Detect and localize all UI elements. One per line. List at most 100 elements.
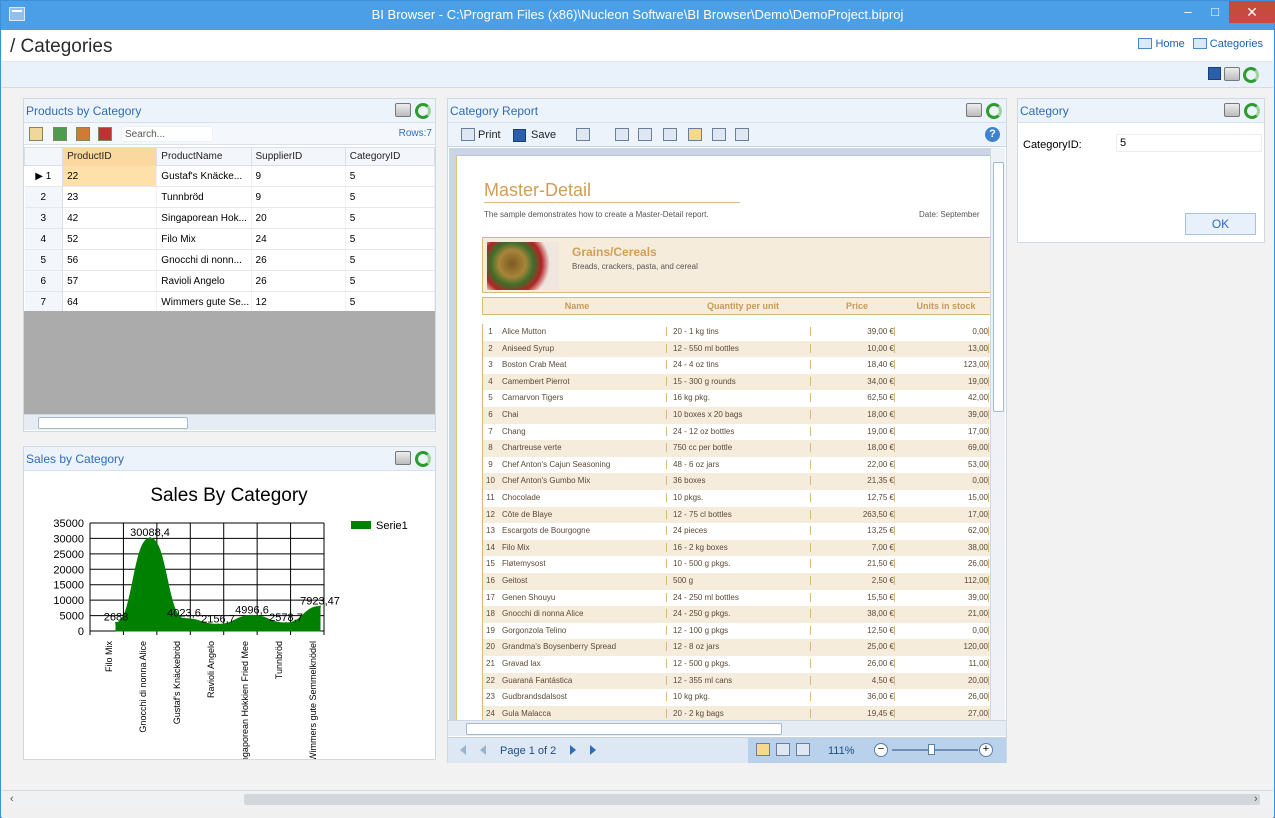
previous-page-icon[interactable] bbox=[480, 745, 486, 755]
report-cell-qty: 16 kg pkg. bbox=[673, 393, 811, 403]
nav-home-link[interactable]: Home bbox=[1138, 38, 1185, 50]
cell[interactable]: Ravioli Angelo bbox=[156, 270, 252, 292]
cell[interactable]: Singaporean Hok... bbox=[156, 207, 252, 229]
cell[interactable]: Tunnbröd bbox=[156, 186, 252, 208]
report-cell-qty: 24 - 12 oz bottles bbox=[673, 426, 811, 436]
page-horizontal-scrollbar[interactable]: ‹ › bbox=[2, 790, 1273, 808]
ok-button[interactable]: OK bbox=[1185, 213, 1256, 235]
cell[interactable]: Filo Mix bbox=[156, 228, 252, 250]
whole-page-icon[interactable] bbox=[776, 743, 790, 756]
table-row[interactable]: 6 57 Ravioli Angelo 26 5 bbox=[24, 270, 436, 292]
report-vertical-scrollbar[interactable] bbox=[990, 148, 1005, 720]
search-input[interactable]: Search... bbox=[121, 126, 213, 142]
print-icon[interactable] bbox=[461, 128, 475, 141]
table-row[interactable]: 3 42 Singaporean Hok... 20 5 bbox=[24, 207, 436, 229]
refresh-icon[interactable] bbox=[415, 103, 431, 119]
scroll-thumb[interactable] bbox=[38, 417, 188, 429]
find-icon[interactable] bbox=[663, 128, 677, 141]
printer-icon[interactable] bbox=[1224, 67, 1240, 81]
chart-icon[interactable] bbox=[76, 127, 90, 141]
refresh-icon[interactable] bbox=[1244, 103, 1260, 119]
cell[interactable]: 5 bbox=[345, 186, 436, 208]
cell[interactable]: 22 bbox=[62, 165, 158, 187]
table-row[interactable]: ▶ 1 22 Gustaf's Knäcke... 9 5 bbox=[24, 165, 436, 187]
close-button[interactable]: ✕ bbox=[1229, 1, 1275, 23]
zoom-out-icon[interactable]: − bbox=[874, 743, 888, 757]
save-button[interactable]: Save bbox=[531, 129, 556, 141]
scroll-left-icon[interactable]: ‹ bbox=[10, 793, 14, 805]
column-chooser-icon[interactable] bbox=[29, 127, 43, 141]
refresh-icon[interactable] bbox=[1243, 67, 1259, 83]
single-page-icon[interactable] bbox=[688, 128, 702, 141]
report-cell-price: 19,45 € bbox=[817, 708, 895, 718]
last-page-icon[interactable] bbox=[590, 745, 596, 755]
refresh-icon[interactable] bbox=[986, 103, 1002, 119]
horizontal-scrollbar[interactable] bbox=[24, 414, 435, 430]
first-page-icon[interactable] bbox=[460, 745, 466, 755]
zoom-slider-thumb[interactable] bbox=[928, 744, 935, 755]
cell[interactable]: 20 bbox=[251, 207, 346, 229]
continuous-icon[interactable] bbox=[712, 128, 726, 141]
parameters-icon[interactable] bbox=[615, 128, 629, 141]
cell[interactable]: 5 bbox=[345, 207, 436, 229]
table-row[interactable]: 2 23 Tunnbröd 9 5 bbox=[24, 186, 436, 208]
cell[interactable]: 24 bbox=[251, 228, 346, 250]
column-header-supplierid[interactable]: SupplierID bbox=[250, 147, 346, 166]
cell[interactable]: 57 bbox=[62, 270, 158, 292]
category-id-input[interactable]: 5 bbox=[1116, 134, 1262, 152]
next-page-icon[interactable] bbox=[570, 745, 576, 755]
two-pages-icon[interactable] bbox=[796, 743, 810, 756]
cell[interactable]: 64 bbox=[62, 291, 158, 313]
save-icon[interactable] bbox=[1208, 67, 1221, 80]
zoom-in-icon[interactable]: + bbox=[979, 743, 993, 757]
printer-icon[interactable] bbox=[395, 103, 411, 117]
report-cell-price: 38,00 € bbox=[817, 609, 895, 619]
category-description: Breads, crackers, pasta, and cereal bbox=[572, 262, 698, 271]
printer-icon[interactable] bbox=[1224, 103, 1240, 117]
table-row[interactable]: 5 56 Gnocchi di nonn... 26 5 bbox=[24, 249, 436, 271]
cell[interactable]: 52 bbox=[62, 228, 158, 250]
report-row: 21 Gravad lax 12 - 500 g pkgs. 26,00 € 11,00 bbox=[483, 656, 991, 673]
cell[interactable]: 5 bbox=[345, 228, 436, 250]
cell[interactable]: 12 bbox=[251, 291, 346, 313]
nav-categories-link[interactable]: Categories bbox=[1192, 38, 1263, 50]
save-icon[interactable] bbox=[513, 129, 526, 142]
maximize-button[interactable]: □ bbox=[1198, 1, 1232, 23]
cell[interactable]: 23 bbox=[62, 186, 158, 208]
help-icon[interactable]: ? bbox=[985, 127, 1000, 142]
scroll-thumb[interactable] bbox=[244, 794, 1260, 805]
document-map-icon[interactable] bbox=[638, 128, 652, 141]
cell[interactable]: Wimmers gute Se... bbox=[156, 291, 252, 313]
printer-icon[interactable] bbox=[395, 451, 411, 465]
cell[interactable]: 5 bbox=[345, 249, 436, 271]
cell[interactable]: 42 bbox=[62, 207, 158, 229]
cell[interactable]: 26 bbox=[251, 249, 346, 271]
refresh-icon[interactable] bbox=[415, 451, 431, 467]
scroll-right-icon[interactable]: › bbox=[1254, 793, 1258, 805]
printer-icon[interactable] bbox=[966, 103, 982, 117]
cell[interactable]: Gustaf's Knäcke... bbox=[156, 165, 252, 187]
table-row[interactable]: 4 52 Filo Mix 24 5 bbox=[24, 228, 436, 250]
cell[interactable]: 56 bbox=[62, 249, 158, 271]
thumbnails-icon[interactable] bbox=[735, 128, 749, 141]
cell[interactable]: 26 bbox=[251, 270, 346, 292]
report-horizontal-scrollbar[interactable] bbox=[448, 720, 1006, 736]
scroll-thumb[interactable] bbox=[993, 162, 1004, 412]
cell[interactable]: 9 bbox=[251, 186, 346, 208]
filter-icon[interactable] bbox=[98, 127, 112, 141]
column-header-productname[interactable]: ProductName bbox=[156, 147, 252, 166]
column-header-productid[interactable]: ProductID bbox=[62, 147, 158, 166]
column-header-categoryid[interactable]: CategoryID bbox=[344, 147, 436, 166]
cell[interactable]: 9 bbox=[251, 165, 346, 187]
cell[interactable]: 5 bbox=[345, 165, 436, 187]
print-button[interactable]: Print bbox=[478, 129, 501, 141]
zoom-slider[interactable] bbox=[892, 749, 978, 751]
cell[interactable]: 5 bbox=[345, 270, 436, 292]
table-row[interactable]: 7 64 Wimmers gute Se... 12 5 bbox=[24, 291, 436, 313]
excel-export-icon[interactable] bbox=[53, 127, 67, 141]
cell[interactable]: Gnocchi di nonn... bbox=[156, 249, 252, 271]
page-width-icon[interactable] bbox=[756, 743, 770, 756]
cell[interactable]: 5 bbox=[345, 291, 436, 313]
send-icon[interactable] bbox=[576, 128, 590, 141]
scroll-thumb[interactable] bbox=[466, 723, 782, 735]
